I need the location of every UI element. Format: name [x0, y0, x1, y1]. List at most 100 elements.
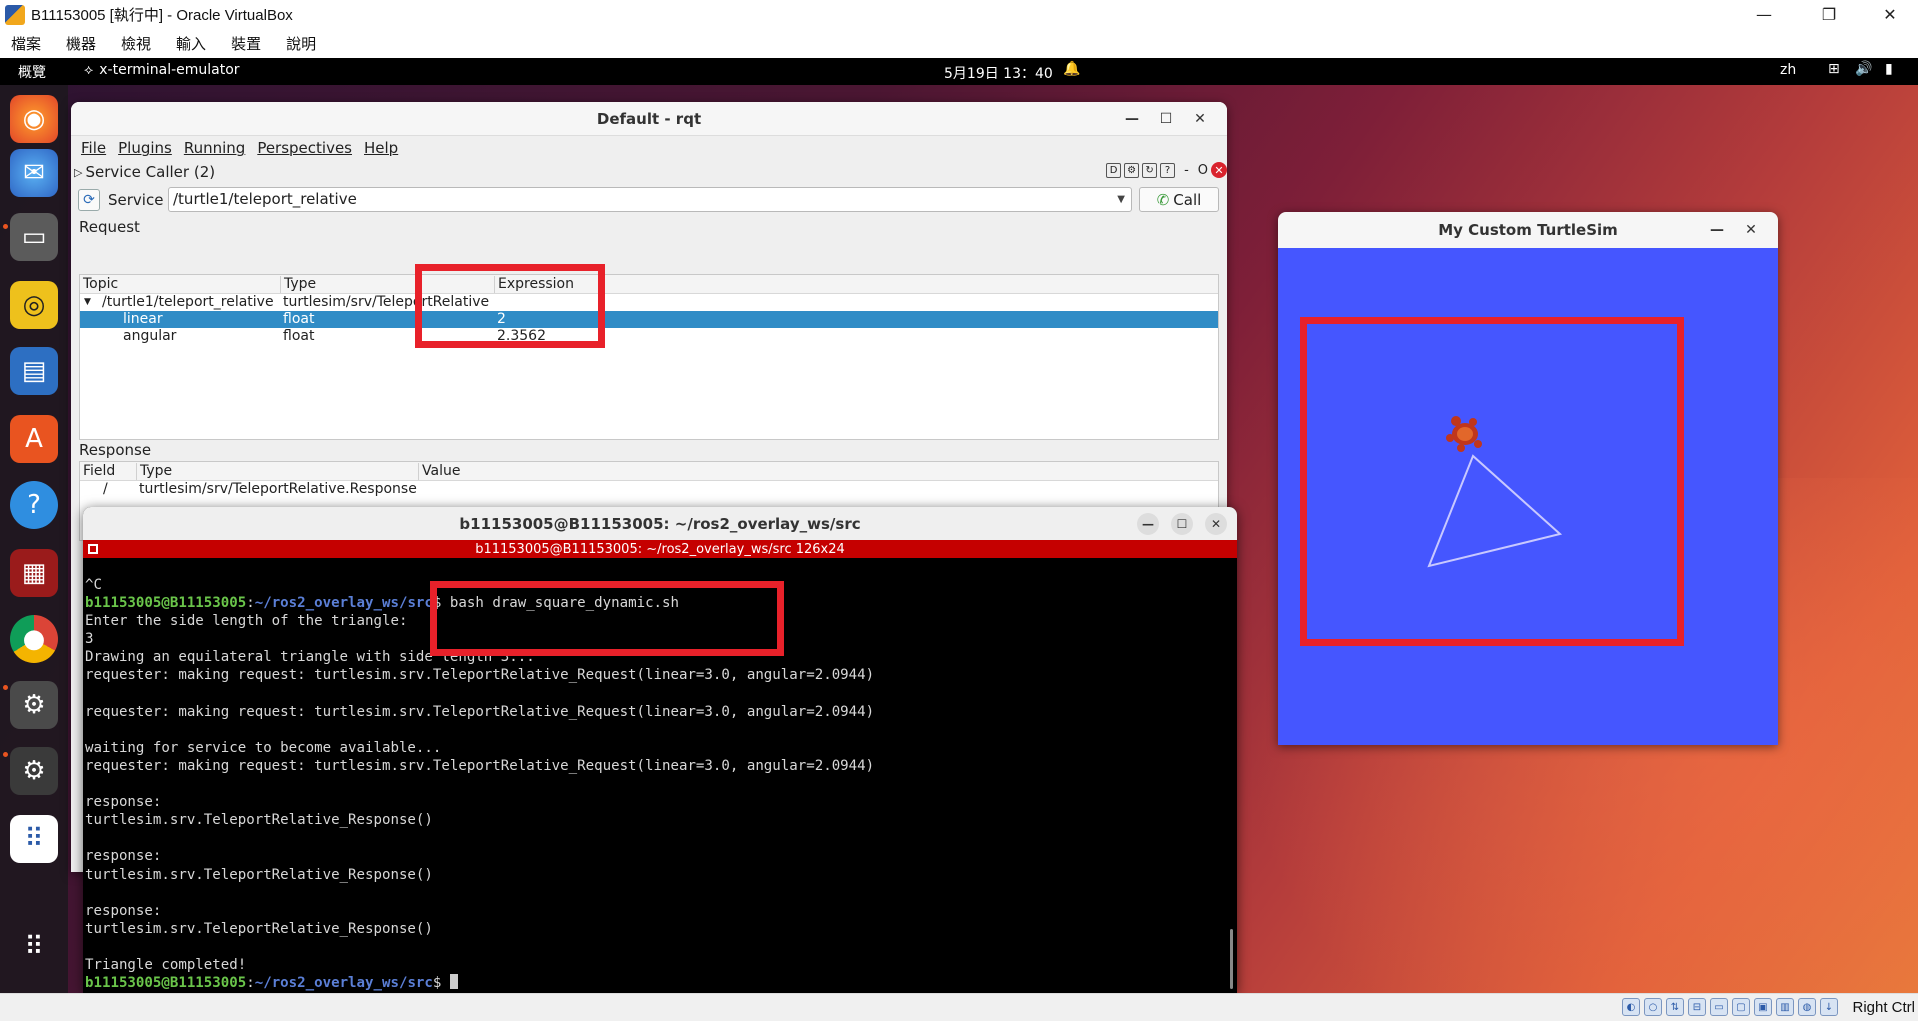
request-tree-header: Topic Type Expression [80, 275, 1218, 294]
rqt-title-bar[interactable]: Default - rqt — ☐ ✕ [71, 102, 1227, 136]
clock[interactable]: 5月19日 13：40 [944, 63, 1053, 83]
rqt-menu-perspectives[interactable]: Perspectives [257, 139, 352, 157]
col-type[interactable]: Type [136, 463, 172, 480]
cpu-icon[interactable]: ▥ [1776, 998, 1794, 1016]
display-icon[interactable]: ▢ [1732, 998, 1750, 1016]
close-plugin-icon[interactable]: ✕ [1211, 162, 1227, 178]
host-title-bar: B11153005 [執行中] - Oracle VirtualBox — ❐ … [0, 0, 1918, 29]
restore-button[interactable]: ❐ [1801, 0, 1857, 29]
float-plugin-button[interactable]: O [1198, 163, 1208, 178]
hdd-icon[interactable]: ◐ [1622, 998, 1640, 1016]
terminal-minimize-button[interactable]: — [1137, 512, 1159, 535]
turtlesim-title: My Custom TurtleSim [1438, 221, 1618, 239]
reload-icon[interactable]: ↻ [1142, 162, 1158, 178]
terminal-tab-title: b11153005@B11153005: ~/ros2_overlay_ws/s… [475, 541, 845, 557]
tree-row[interactable]: / turtlesim/srv/TeleportRelative.Respons… [80, 481, 1218, 498]
menu-input[interactable]: 輸入 [176, 33, 206, 54]
input-language[interactable]: zh [1780, 62, 1796, 78]
recording-icon[interactable]: ▣ [1754, 998, 1772, 1016]
rqt-menu-bar: File Plugins Running Perspectives Help [71, 136, 1227, 160]
terminal-maximize-button[interactable]: ☐ [1171, 512, 1193, 535]
writer-icon[interactable]: ▤ [10, 347, 58, 395]
terminal-menu-icon[interactable] [88, 544, 98, 554]
annotation-box-command [430, 581, 784, 656]
show-apps-icon[interactable]: ⠿ [10, 923, 58, 971]
terminal-title-bar[interactable]: b11153005@B11153005: ~/ros2_overlay_ws/s… [83, 507, 1237, 540]
terminal-window[interactable]: b11153005@B11153005: ~/ros2_overlay_ws/s… [83, 507, 1237, 993]
call-button[interactable]: ✆ Call [1139, 187, 1219, 212]
tree-row[interactable]: angular float 2.3562 [80, 328, 1218, 345]
activities-button[interactable]: 概覽 [18, 62, 46, 82]
tiles-icon[interactable]: ⠿ [10, 815, 58, 863]
host-menu-bar: 檔案 機器 檢視 輸入 裝置 說明 [0, 29, 1918, 58]
menu-devices[interactable]: 裝置 [231, 33, 261, 54]
rqt-menu-help[interactable]: Help [364, 139, 398, 157]
terminal-close-button[interactable]: ✕ [1205, 512, 1227, 535]
gear-icon[interactable]: ⚙ [1124, 162, 1140, 178]
chrome-icon[interactable]: ● [10, 615, 58, 663]
call-label: Call [1173, 190, 1202, 209]
col-topic[interactable]: Topic [80, 276, 118, 293]
menu-view[interactable]: 檢視 [121, 33, 151, 54]
col-type[interactable]: Type [280, 276, 316, 293]
network-adapter-icon[interactable]: ⊟ [1688, 998, 1706, 1016]
globe-icon[interactable]: ◍ [1798, 998, 1816, 1016]
shared-folder-icon[interactable]: ▭ [1710, 998, 1728, 1016]
volume-icon[interactable]: 🔊 [1855, 61, 1872, 77]
expand-icon[interactable]: ▼ [84, 297, 91, 307]
settings-icon-2[interactable]: ⚙ [10, 747, 58, 795]
terminal-scrollbar[interactable] [1230, 929, 1233, 989]
download-icon[interactable]: ↓ [1820, 998, 1838, 1016]
thunderbird-icon[interactable]: ✉ [10, 149, 58, 197]
rqt-maximize-button[interactable]: ☐ [1149, 111, 1183, 127]
rqt-minimize-button[interactable]: — [1115, 111, 1149, 127]
refresh-icon[interactable]: ⟳ [78, 189, 100, 211]
optical-icon[interactable]: ○ [1644, 998, 1662, 1016]
menu-file[interactable]: 檔案 [11, 33, 41, 54]
usb-icon[interactable]: ⇅ [1666, 998, 1684, 1016]
turtlesim-close-button[interactable]: ✕ [1734, 222, 1768, 238]
ubuntu-top-bar: 概覽 ⟡ x-terminal-emulator 5月19日 13：40 🔔 z… [0, 58, 1918, 85]
terminal-title: b11153005@B11153005: ~/ros2_overlay_ws/s… [459, 514, 861, 533]
rhythmbox-icon[interactable]: ◎ [10, 281, 58, 329]
network-icon[interactable]: ⊞ [1828, 61, 1840, 77]
close-button[interactable]: ✕ [1862, 0, 1918, 29]
rqt-menu-file[interactable]: File [81, 139, 106, 157]
minimize-plugin-button[interactable]: - [1184, 163, 1189, 178]
service-row: ⟳ Service /turtle1/teleport_relative ▼ ✆… [71, 184, 1227, 216]
terminal-app-icon: ⟡ [84, 62, 94, 78]
virtualbox-icon [5, 4, 25, 25]
focused-app-name: x-terminal-emulator [99, 62, 240, 78]
service-label: Service [108, 191, 164, 209]
menu-machine[interactable]: 機器 [66, 33, 96, 54]
turtlesim-title-bar[interactable]: My Custom TurtleSim — ✕ [1278, 212, 1778, 248]
turtlesim-minimize-button[interactable]: — [1700, 222, 1734, 238]
dock-d-button[interactable]: D [1106, 162, 1122, 178]
tree-row[interactable]: ▼ /turtle1/teleport_relative turtlesim/s… [80, 294, 1218, 311]
request-tree[interactable]: Topic Type Expression ▼ /turtle1/telepor… [79, 274, 1219, 440]
files-icon[interactable]: ▭ [10, 213, 58, 261]
request-label: Request [79, 218, 140, 236]
vm-screen: 概覽 ⟡ x-terminal-emulator 5月19日 13：40 🔔 z… [0, 58, 1918, 993]
bell-icon[interactable]: 🔔 [1063, 61, 1080, 77]
help-icon[interactable]: ? [10, 481, 58, 529]
collapse-triangle-icon[interactable]: ▷ [74, 166, 82, 179]
plugin-header: ▷ Service Caller (2) D ⚙ ↻ ? - O ✕ [71, 160, 1227, 184]
col-value[interactable]: Value [418, 463, 460, 480]
tree-row-selected[interactable]: linear float 2 [80, 311, 1218, 328]
rqt-menu-plugins[interactable]: Plugins [118, 139, 172, 157]
host-key-label: Right Ctrl [1852, 999, 1915, 1016]
battery-icon[interactable]: ▮ [1885, 61, 1893, 77]
rqt-close-button[interactable]: ✕ [1183, 111, 1217, 127]
service-combo[interactable]: /turtle1/teleport_relative ▼ [168, 187, 1132, 212]
rqt-icon[interactable]: ▦ [10, 549, 58, 597]
rqt-menu-running[interactable]: Running [184, 139, 245, 157]
focused-app-menu[interactable]: ⟡ x-terminal-emulator [84, 62, 240, 78]
col-field[interactable]: Field [80, 463, 115, 480]
settings-icon[interactable]: ⚙ [10, 681, 58, 729]
app-center-icon[interactable]: A [10, 415, 58, 463]
minimize-button[interactable]: — [1736, 0, 1792, 29]
help-icon-small[interactable]: ? [1160, 162, 1176, 178]
firefox-icon[interactable]: ◉ [10, 95, 58, 143]
menu-help[interactable]: 說明 [286, 33, 316, 54]
